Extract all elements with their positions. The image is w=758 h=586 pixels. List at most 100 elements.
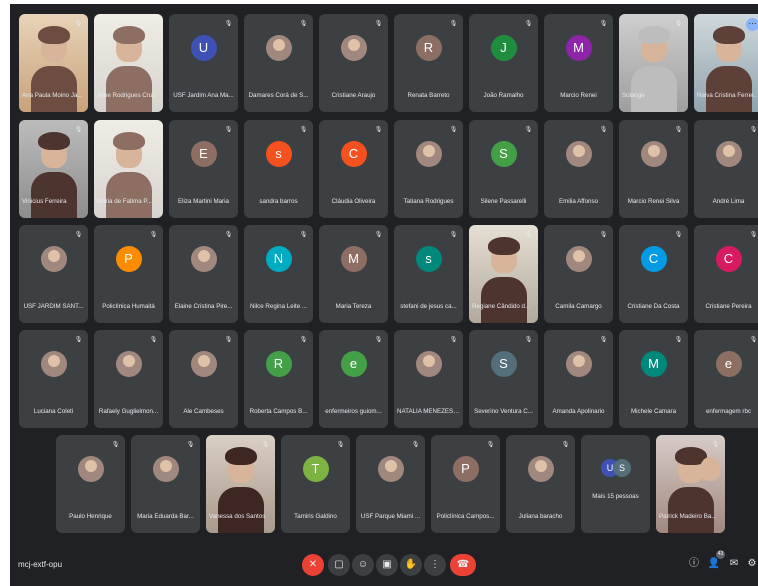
- chat-icon[interactable]: ✉: [726, 556, 742, 572]
- participant-tile-cristiane-araujo[interactable]: 🎙 Cristiane Araujo: [319, 14, 388, 112]
- participant-tile-renata-barreto[interactable]: R 🎙 Renata Barreto: [394, 14, 463, 112]
- participant-tile-joao-ramalho[interactable]: J 🎙 João Ramalho: [469, 14, 538, 112]
- participant-tile-enfermagem-rbc[interactable]: e 🎙 enfermagem rbc: [694, 330, 758, 428]
- participant-tile-ale-cambeses[interactable]: 🎙 Ale Cambeses: [169, 330, 238, 428]
- activities-icon[interactable]: ⚙: [744, 556, 758, 572]
- participant-tile-amanda-apolinario[interactable]: 🎙 Amanda Apolinario: [544, 330, 613, 428]
- participant-tile-sandra-barros[interactable]: s 🎙 sandra barros: [244, 120, 313, 218]
- participant-tile-rafaely-guglielmon[interactable]: 🎙 Rafaely Guglielmon...: [94, 330, 163, 428]
- avatar: E: [190, 141, 217, 167]
- participant-tile-solange[interactable]: 🎙 Solange: [619, 14, 688, 112]
- participant-tile-patrick-madeiro-ba[interactable]: 🎙 Patrick Madeiro Ba...: [656, 435, 725, 533]
- participant-video-hair: [38, 26, 70, 44]
- participant-tile-maria-de-fatima-p[interactable]: 🎙 Maria de Fatima P...: [94, 120, 163, 218]
- participant-name: Luciana Coleti: [33, 408, 74, 415]
- participant-tile-luciana-coleti[interactable]: 🎙 Luciana Coleti: [19, 330, 88, 428]
- participant-tile-usf-jardim-ana-ma[interactable]: U 🎙 USF Jardim Ana Ma...: [169, 14, 238, 112]
- participant-tile-severino-ventura-c[interactable]: S 🎙 Severino Ventura C...: [469, 330, 538, 428]
- participant-name: Elaine Cristina Pire...: [174, 303, 233, 310]
- participant-video-body: [668, 487, 714, 533]
- avatar: U: [190, 35, 217, 61]
- participant-tile-marcio-renei-silva[interactable]: 🎙 Marcio Renei Silva: [619, 120, 688, 218]
- mic-muted-icon: 🎙: [711, 442, 720, 448]
- participant-tile-enfermeiros-guiom[interactable]: e 🎙 enfermeiros guiom...: [319, 330, 388, 428]
- participant-tile-vinicius-ferreira[interactable]: 🎙 Vinicius Ferreira: [19, 120, 88, 218]
- participant-tile-stefani-de-jesus-ca[interactable]: s 🎙 stefani de jesus ca...: [394, 225, 463, 323]
- mic-muted-icon: 🎙: [261, 442, 270, 448]
- participant-name: Nilce Regina Leite ...: [249, 303, 308, 310]
- people-icon[interactable]: 👤 43: [706, 550, 725, 572]
- participant-tile-cristiane-da-costa[interactable]: C 🎙 Cristiane Da Costa: [619, 225, 688, 323]
- avatar: [565, 246, 592, 272]
- raise-hand-icon[interactable]: ✋: [400, 554, 422, 576]
- participant-tile-usf-jardim-sant[interactable]: 🎙 USF JARDIM SANT...: [19, 225, 88, 323]
- grid-row-4: 🎙 Luciana Coleti 🎙 Rafaely Guglielmon... 🎙 Al…: [10, 330, 758, 428]
- people-count-badge: 43: [716, 550, 725, 559]
- captions-icon[interactable]: ▢: [328, 554, 350, 576]
- participant-video-hair: [225, 447, 257, 465]
- info-icon[interactable]: ⓘ: [686, 556, 702, 572]
- participant-tile-aline-rodrigues-cruz[interactable]: 🎙 Aline Rodrigues Cruz: [94, 14, 163, 112]
- participant-tile-paulo-henrique[interactable]: 🎙 Paulo Henrique: [56, 435, 125, 533]
- avatar: [265, 35, 292, 61]
- participant-tile-ana-paula-moino-ja[interactable]: 🎙 Ana Paula Moino Ja...: [19, 14, 88, 112]
- participant-name: enfermeiros guiom...: [325, 408, 382, 415]
- participant-tile-tamiris-galdino[interactable]: T 🎙 Tamiris Galdino: [281, 435, 350, 533]
- participant-tile-maria-tereza[interactable]: M 🎙 Maria Tereza: [319, 225, 388, 323]
- avatar: [190, 246, 217, 272]
- participant-tile-andre-lima[interactable]: 🎙 André Lima: [694, 120, 758, 218]
- participant-tile-marcio-renei[interactable]: M 🎙 Marcio Renei: [544, 14, 613, 112]
- participant-name: USF Jardim Ana Ma...: [173, 92, 234, 99]
- participant-tile-cristiane-pereira[interactable]: C 🎙 Cristiane Pereira: [694, 225, 758, 323]
- more-people-tile[interactable]: U S Mais 15 pessoas: [581, 435, 650, 533]
- participant-name: USF JARDIM SANT...: [23, 303, 84, 310]
- mic-muted-icon: 🎙: [149, 21, 158, 27]
- participant-tile-roberta-campos-b[interactable]: R 🎙 Roberta Campos B...: [244, 330, 313, 428]
- participant-name: Juliana baracho: [518, 513, 563, 520]
- present-icon[interactable]: ▣: [376, 554, 398, 576]
- avatar: C: [340, 141, 367, 167]
- tile-more-options-icon[interactable]: ⋯: [746, 18, 758, 31]
- bottom-control-bar: mcj-extf-opu ✕ ▢ ☺ ▣ ✋ ⋮ ☎ ⓘ 👤 43 ✉ ⚙: [10, 546, 758, 586]
- participant-tile-policlinica-campos[interactable]: P 🎙 Policlínica Campos...: [431, 435, 500, 533]
- participant-name: André Lima: [712, 198, 745, 205]
- participant-tile-policlinica-humaita[interactable]: P 🎙 Policlínica Humaitá: [94, 225, 163, 323]
- participant-tile-eliza-martini-maria[interactable]: E 🎙 Eliza Martini Maria: [169, 120, 238, 218]
- participant-tile-usf-parque-miami[interactable]: 🎙 USF Parque Miami ...: [356, 435, 425, 533]
- participant-tile-natalia-menezes[interactable]: 🎙 NATALIA MENEZES ...: [394, 330, 463, 428]
- participant-name: Emilia Affonso: [558, 198, 599, 205]
- mic-muted-icon: 🎙: [74, 232, 83, 238]
- participant-tile-nalva-cristina-ferreira[interactable]: 🎙⋯Nalva Cristina Ferreira...: [694, 14, 758, 112]
- participant-tile-silene-passarelli[interactable]: S 🎙 Silene Passarelli: [469, 120, 538, 218]
- participant-name: Policlínica Campos...: [436, 513, 495, 520]
- participant-name: Cristiane Da Costa: [627, 303, 680, 310]
- participant-name: NATALIA MENEZES ...: [397, 408, 460, 415]
- emoji-icon[interactable]: ☺: [352, 554, 374, 576]
- participant-tile-camila-camargo[interactable]: 🎙 Camila Camargo: [544, 225, 613, 323]
- participant-tile-michele-camara[interactable]: M 🎙 Michele Camara: [619, 330, 688, 428]
- participant-name: Rafaely Guglielmon...: [98, 408, 159, 415]
- mic-muted-icon: 🎙: [74, 127, 83, 133]
- participant-tile-vanessa-dos-santos[interactable]: 🎙 Vanessa dos Santos: [206, 435, 275, 533]
- mic-muted-icon: 🎙: [374, 337, 383, 343]
- avatar: N: [265, 246, 292, 272]
- participant-tile-juliana-baracho[interactable]: 🎙 Juliana baracho: [506, 435, 575, 533]
- avatar: [565, 141, 592, 167]
- avatar: S: [490, 141, 517, 167]
- mic-muted-icon: 🎙: [299, 232, 308, 238]
- end-call-icon[interactable]: ☎: [450, 554, 476, 576]
- participant-tile-tatiana-rodrigues[interactable]: 🎙 Tatiana Rodrigues: [394, 120, 463, 218]
- participant-tile-damares-cora-de-s[interactable]: 🎙 Damares Corá de S...: [244, 14, 313, 112]
- participant-name: Silene Passarelli: [480, 198, 527, 205]
- participant-tile-emilia-affonso[interactable]: 🎙 Emilia Affonso: [544, 120, 613, 218]
- mic-off-icon[interactable]: ✕: [302, 554, 324, 576]
- participant-tile-nilce-regina-leite[interactable]: N 🎙 Nilce Regina Leite ...: [244, 225, 313, 323]
- participant-tile-elaine-cristina-pire[interactable]: 🎙 Elaine Cristina Pire...: [169, 225, 238, 323]
- more-options-icon[interactable]: ⋮: [424, 554, 446, 576]
- participant-tile-regiane-candido-d[interactable]: 🎙 Regiane Cândido d...: [469, 225, 538, 323]
- participant-tile-maria-eduarda-bar[interactable]: 🎙 Maria Eduarda Bar...: [131, 435, 200, 533]
- participant-tile-claudia-oliveira[interactable]: C 🎙 Cláudia Oliveira: [319, 120, 388, 218]
- avatar: [115, 351, 142, 377]
- grid-row-3: 🎙 USF JARDIM SANT... P 🎙 Policlínica Humaitá…: [10, 225, 758, 323]
- participant-name: stefani de jesus ca...: [400, 303, 457, 310]
